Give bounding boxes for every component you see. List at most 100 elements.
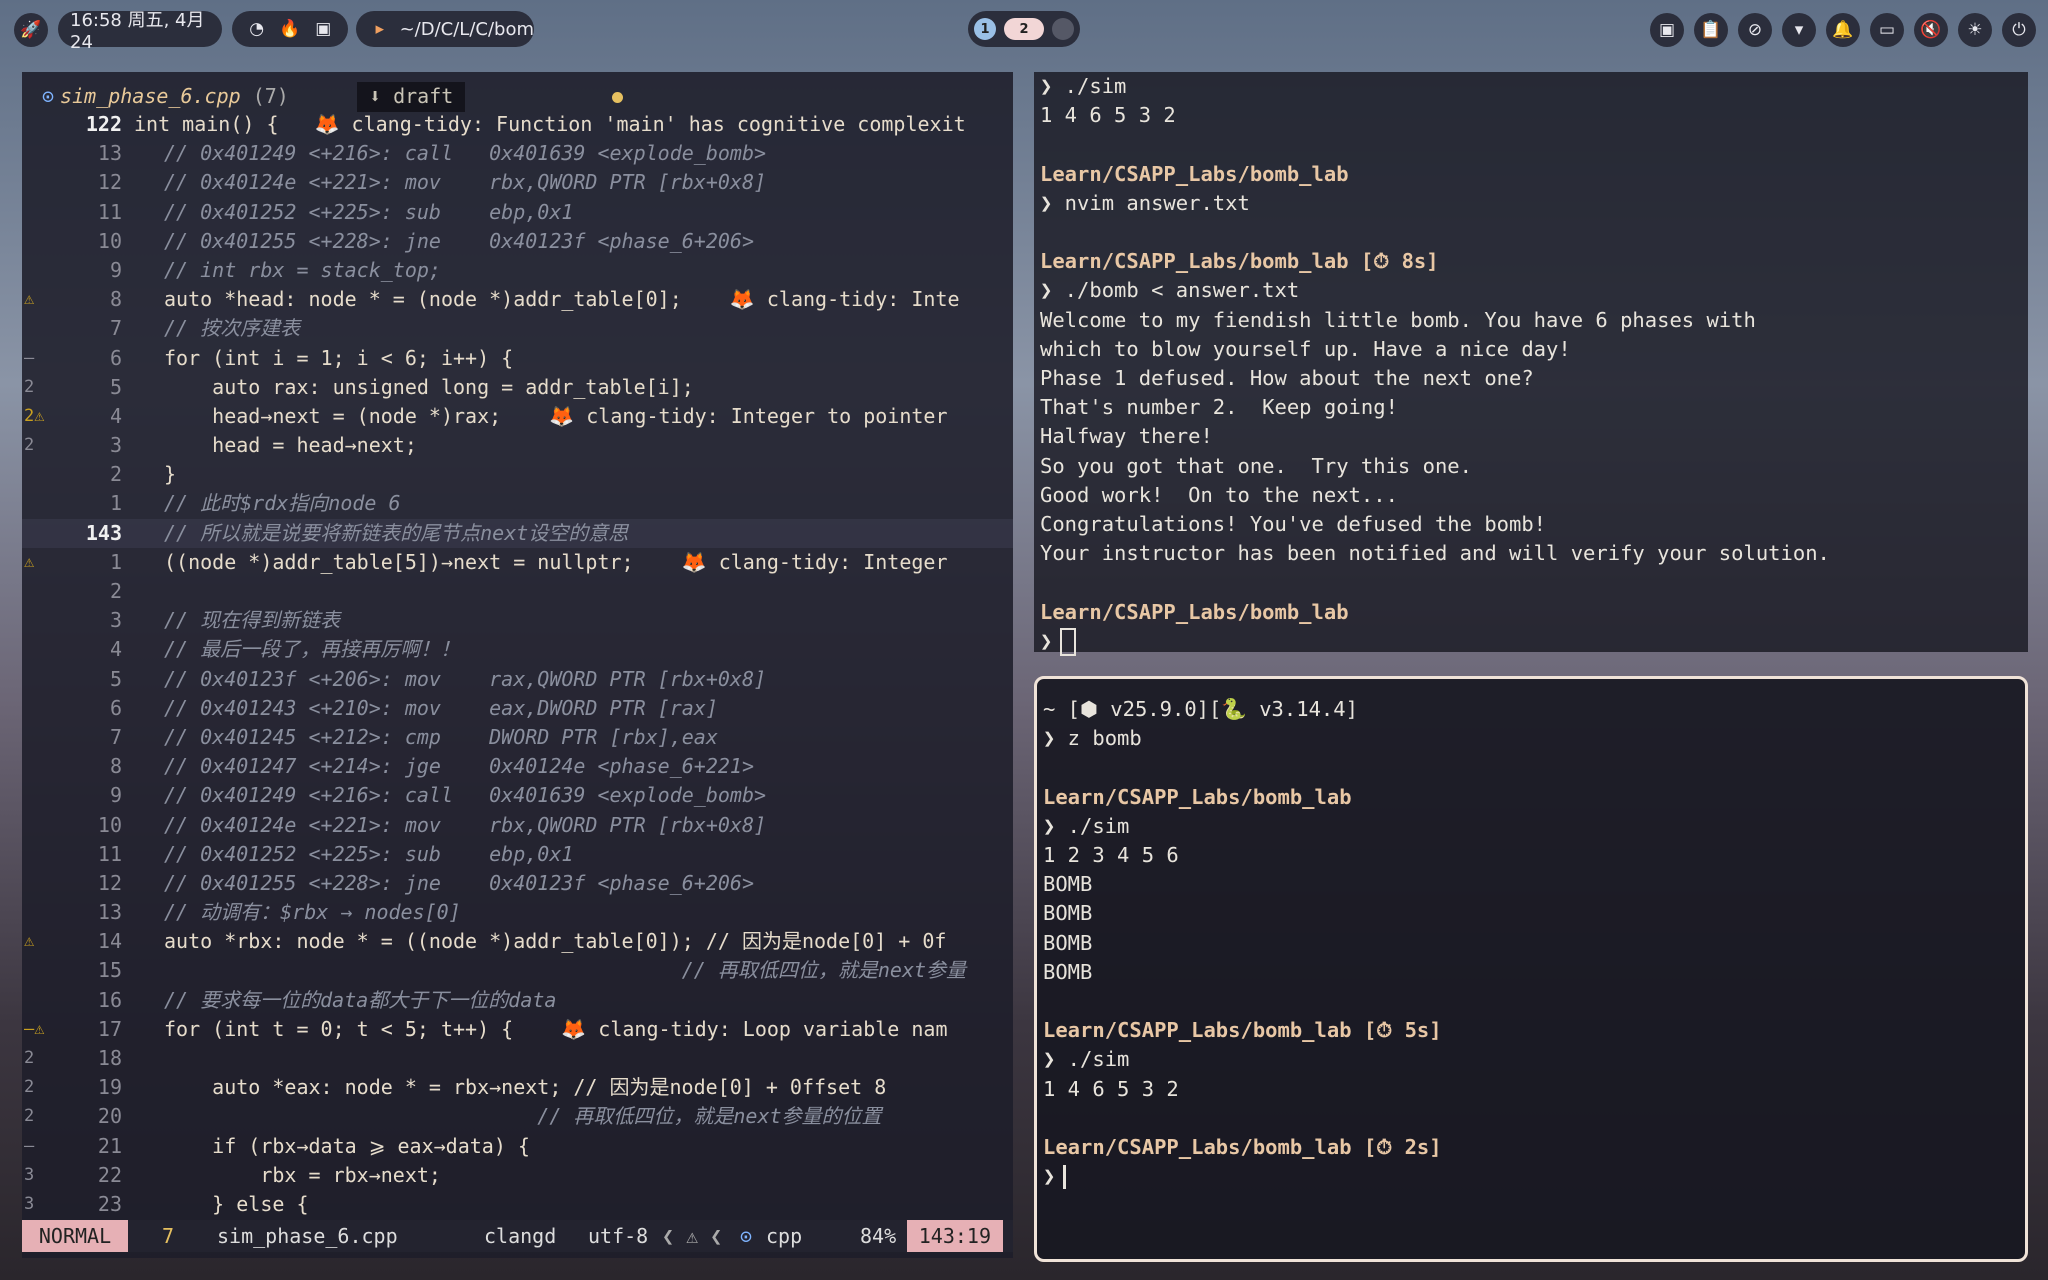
line-number: 143 <box>85 520 122 545</box>
code-text: int main() { 🦊 clang-tidy: Function 'mai… <box>134 112 966 136</box>
code-text: for (int i = 1; i < 6; i++) { <box>164 345 514 370</box>
battery-icon[interactable]: ▭ <box>1870 13 1904 47</box>
line-number: 17 <box>97 1016 122 1041</box>
terminal-line: Learn/CSAPP_Labs/bomb_lab <box>1043 784 1352 809</box>
line-number: 12 <box>97 870 122 895</box>
code-line[interactable]: 2 19 auto *eax: node * = rbx→next; // 因为是… <box>22 1073 1013 1102</box>
code-line[interactable]: 1 // 此时$rdx指向node 6 <box>22 489 1013 518</box>
code-line[interactable]: 2 <box>22 577 1013 606</box>
code-line[interactable]: 11 // 0x401252 <+225>: sub ebp,0x1 <box>22 198 1013 227</box>
eye-off-icon[interactable]: ⊘ <box>1738 13 1772 47</box>
code-line[interactable]: 13 // 0x401249 <+216>: call 0x401639 <exp… <box>22 139 1013 168</box>
code-line[interactable]: 7 // 按次序建表 <box>22 314 1013 343</box>
workspace-2[interactable]: 2 <box>1004 18 1044 40</box>
code-line[interactable]: 16 // 要求每一位的data都大于下一位的data <box>22 986 1013 1015</box>
code-line[interactable]: 12 // 0x40124e <+221>: mov rbx,QWORD PTR … <box>22 168 1013 197</box>
code-line[interactable]: 3 // 现在得到新链表 <box>22 606 1013 635</box>
chip-icon[interactable]: ▣ <box>1650 13 1684 47</box>
clock-widget[interactable]: 16:58 周五, 4月 24 <box>58 10 222 53</box>
code-line[interactable]: 5 // 0x40123f <+206>: mov rax,QWORD PTR [… <box>22 665 1013 694</box>
line-number: 4 <box>109 403 122 428</box>
workspace-empty[interactable] <box>1052 18 1074 40</box>
terminal-icon: ▸ <box>375 19 385 39</box>
code-text: auto *head: node * = (node *)addr_table[… <box>164 287 960 312</box>
code-line[interactable]: 122 int main() { 🦊 clang-tidy: Function '… <box>22 110 1013 139</box>
code-line[interactable]: 3 23 } else { <box>22 1190 1013 1219</box>
line-number: 9 <box>109 257 122 282</box>
code-line[interactable]: ⚠ 8 auto *head: node * = (node *)addr_tabl… <box>22 285 1013 314</box>
code-line[interactable]: 11 // 0x401252 <+225>: sub ebp,0x1 <box>22 840 1013 869</box>
code-line[interactable]: 9 // int rbx = stack_top; <box>22 256 1013 285</box>
terminal-bottom[interactable]: ~ [⬢ v25.9.0][🐍 v3.14.4] ❯ z bomb Learn/CS… <box>1034 676 2028 1262</box>
code-line[interactable]: 10 // 0x401255 <+228>: jne 0x40123f <phas… <box>22 227 1013 256</box>
terminal-line: ❯ <box>1043 1162 1067 1191</box>
line-number: 6 <box>109 695 122 720</box>
code-line[interactable]: 9 // 0x401249 <+216>: call 0x401639 <expl… <box>22 781 1013 810</box>
code-line[interactable]: 8 // 0x401247 <+214>: jge 0x40124e <phase… <box>22 752 1013 781</box>
gutter-sign: 3 <box>24 1164 35 1185</box>
brightness-icon[interactable]: ☀ <box>1958 13 1992 47</box>
workspace-switcher[interactable]: 1 2 <box>968 11 1080 47</box>
terminal-line: Phase 1 defused. How about the next one? <box>1040 366 1534 390</box>
code-line[interactable]: 7 // 0x401245 <+212>: cmp DWORD PTR [rbx]… <box>22 723 1013 752</box>
code-line[interactable]: –⚠ 17 for (int t = 0; t < 5; t++) { 🦊 clan… <box>22 1015 1013 1044</box>
code-line[interactable]: 143 // 所以就是说要将新链表的尾节点next设空的意思 <box>22 518 1013 548</box>
terminal-line: That's number 2. Keep going! <box>1040 395 1398 420</box>
line-number: 11 <box>97 841 122 866</box>
code-text: head = head→next; <box>164 433 417 458</box>
status-line: NORMAL 7 sim_phase_6.cpp clangd utf-8 ❮ … <box>22 1220 1013 1252</box>
code-line[interactable]: 4 // 最后一段了，再接再厉啊！！ <box>22 635 1013 664</box>
code-line[interactable]: 6 // 0x401243 <+210>: mov eax,DWORD PTR [… <box>22 694 1013 723</box>
filetype: cpp <box>766 1224 803 1248</box>
code-line[interactable]: ⚠ 1 ((node *)addr_table[5])→next = nullptr… <box>22 548 1013 577</box>
terminal-line: ❯ <box>1040 627 1077 656</box>
code-line[interactable]: – 6 for (int i = 1; i < 6; i++) { <box>22 344 1013 373</box>
terminal-top[interactable]: ❯ ./sim 1 4 6 5 3 2 Learn/CSAPP_Labs/bomb_… <box>1034 72 2028 656</box>
window-path: ~/D/C/L/C/bom <box>399 18 534 40</box>
code-line[interactable]: 2 3 head = head→next; <box>22 431 1013 460</box>
gutter-sign: – <box>24 347 35 368</box>
bell-icon[interactable]: 🔔 <box>1826 13 1860 47</box>
active-window-widget[interactable]: ▸ ~/D/C/L/C/bom <box>356 11 534 47</box>
terminal-line: BOMB <box>1043 872 1093 897</box>
code-line[interactable]: 13 // 动调有：$rbx → nodes[0] <box>22 898 1013 927</box>
system-monitor-widget[interactable]: ◔ 🔥 ▣ <box>232 11 348 47</box>
code-line[interactable]: 3 22 rbx = rbx→next; <box>22 1161 1013 1190</box>
code-text: } <box>164 462 177 487</box>
line-number: 18 <box>97 1046 122 1070</box>
file-tab[interactable]: ⊙ sim_phase_6.cpp (7) <box>42 84 289 108</box>
code-line[interactable]: 2⚠ 4 head→next = (node *)rax; 🦊 clang-tid… <box>22 402 1013 431</box>
terminal-line: Good work! On to the next... <box>1040 482 1398 507</box>
code-line[interactable]: 15 // 再取低四位，就是next参量 <box>22 956 1013 985</box>
branch-icon: ⬇ <box>369 84 382 108</box>
code-line[interactable]: 12 // 0x401255 <+228>: jne 0x40123f <phas… <box>22 869 1013 898</box>
line-number: 7 <box>109 724 122 749</box>
code-line[interactable]: 2 18 <box>22 1044 1013 1073</box>
terminal-line: So you got that one. Try this one. <box>1040 453 1472 478</box>
terminal-line: Learn/CSAPP_Labs/bomb_lab [⏱ 2s] <box>1043 1135 1442 1159</box>
code-text: ((node *)addr_table[5])→next = nullptr; … <box>164 549 948 574</box>
code-line[interactable]: 10 // 0x40124e <+221>: mov rbx,QWORD PTR … <box>22 811 1013 840</box>
terminal-line: Your instructor has been notified and wi… <box>1040 541 1830 566</box>
line-number: 10 <box>97 812 122 837</box>
filetype-icon: ⊙ <box>740 1224 753 1248</box>
code-line[interactable]: ⚠ 14 auto *rbx: node * = ((node *)addr_tab… <box>22 927 1013 956</box>
clipboard-icon[interactable]: 📋 <box>1694 13 1728 47</box>
line-number: 13 <box>97 141 122 166</box>
neovim-editor[interactable]: ⊙ sim_phase_6.cpp (7) ⬇ draft 122 int main… <box>22 72 1013 1258</box>
code-area[interactable]: 12 2 int main() { 🦊 clang-tidy: Function '… <box>22 110 1013 1219</box>
dropdown-icon[interactable]: ▾ <box>1782 13 1816 47</box>
power-icon[interactable]: ⏻ <box>2002 13 2036 47</box>
code-text: // 0x401249 <+216>: call 0x401639 <explo… <box>164 141 767 166</box>
code-line[interactable]: – 21 if (rbx→data ⩾ eax→data) { <box>22 1132 1013 1161</box>
mute-icon[interactable]: 🔇 <box>1914 13 1948 47</box>
cursor-position: 143:19 <box>906 1220 1003 1252</box>
terminal-line: ❯ ./sim <box>1043 1047 1130 1072</box>
code-line[interactable]: 2 20 // 再取低四位，就是next参量的位置 <box>22 1102 1013 1131</box>
code-line[interactable]: 2 5 auto rax: unsigned long = addr_table[… <box>22 373 1013 402</box>
code-line[interactable]: 2} <box>22 460 1013 489</box>
workspace-1[interactable]: 1 <box>974 18 996 40</box>
gauge-icon: ◔ <box>249 19 265 39</box>
rocket-icon[interactable]: 🚀 <box>14 13 48 47</box>
line-number: 5 <box>109 374 122 399</box>
